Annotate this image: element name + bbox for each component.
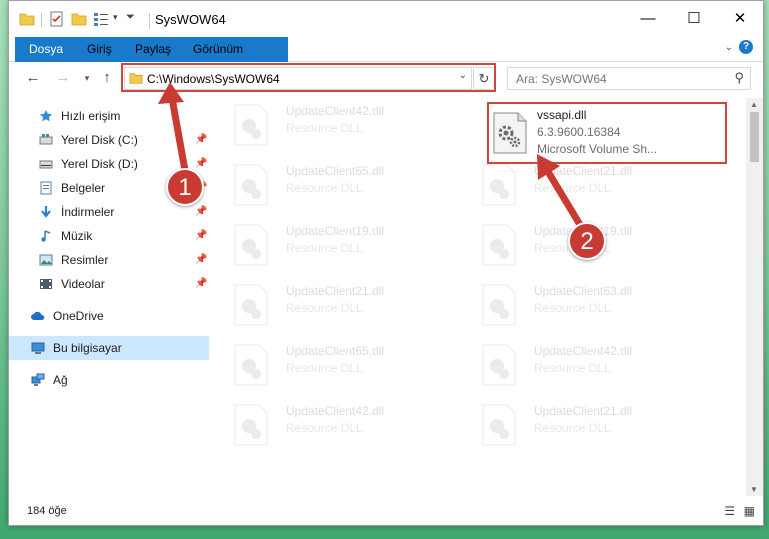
title-bar: ▾ ⏷ SysWOW64 — ☐ ✕	[9, 1, 763, 37]
pin-icon[interactable]: 📌	[195, 200, 207, 224]
sidebar-item-quick-access[interactable]: Hızlı erişim	[9, 104, 209, 128]
list-item[interactable]: UpdateClient42.dll Resource DLL	[462, 338, 707, 390]
tab-share[interactable]: Paylaş	[123, 37, 183, 61]
scrollbar-thumb[interactable]	[750, 112, 759, 162]
star-icon	[40, 110, 52, 122]
dll-file-icon	[482, 404, 516, 446]
videos-icon	[40, 279, 52, 289]
vertical-scrollbar[interactable]: ▲ ▼	[746, 98, 763, 496]
expand-ribbon-icon[interactable]: ⌄	[725, 42, 733, 53]
sidebar-item-pictures[interactable]: Resimler 📌	[9, 248, 209, 272]
dll-file-icon	[234, 404, 268, 446]
list-item[interactable]: UpdateClient65.dll Resource DLL	[214, 338, 459, 390]
status-bar: 184 öğe ☰ ▦	[9, 498, 763, 525]
list-item[interactable]: UpdateClient21.dll Resource DLL	[214, 278, 459, 330]
pictures-icon	[39, 254, 53, 266]
dll-file-icon	[482, 224, 516, 266]
dll-file-icon	[234, 344, 268, 386]
window-title: SysWOW64	[155, 12, 226, 27]
annotation-badge-2: 2	[568, 222, 606, 260]
drive-icon	[39, 160, 53, 169]
list-item[interactable]: UpdateClient42.dll Resource DLL	[214, 98, 459, 150]
list-item[interactable]: UpdateClient63.dll Resource DLL	[462, 278, 707, 330]
sidebar-item-music[interactable]: Müzik 📌	[9, 224, 209, 248]
network-icon	[31, 373, 45, 386]
properties-icon[interactable]	[49, 11, 65, 27]
tab-home[interactable]: Giriş	[75, 37, 124, 61]
scroll-down-icon[interactable]: ▼	[750, 485, 758, 494]
music-icon	[41, 230, 51, 242]
large-icons-view-icon[interactable]: ▦	[744, 504, 755, 518]
dll-file-icon	[482, 164, 516, 206]
search-input[interactable]: Ara: SysWOW64 ⚲	[507, 67, 751, 90]
list-item[interactable]: UpdateClient21.dll Resource DLL	[462, 398, 707, 450]
details-view-icon[interactable]: ☰	[724, 504, 735, 518]
dll-file-icon	[493, 112, 527, 154]
annotation-badge-1: 1	[166, 168, 204, 206]
close-button[interactable]: ✕	[717, 1, 763, 37]
pin-icon[interactable]: 📌	[195, 128, 207, 152]
cloud-icon	[31, 311, 45, 320]
list-item[interactable]: UpdateClient65.dll Resource DLL	[214, 158, 459, 210]
dll-file-icon	[482, 284, 516, 326]
item-count: 184 öğe	[27, 505, 67, 517]
sidebar-item-videos[interactable]: Videolar 📌	[9, 272, 209, 296]
dll-file-icon	[234, 104, 268, 146]
computer-icon	[31, 342, 45, 354]
minimize-button[interactable]: —	[625, 1, 671, 37]
divider	[149, 13, 150, 29]
divider	[41, 13, 42, 27]
new-folder-icon[interactable]	[71, 11, 87, 27]
search-icon: ⚲	[734, 70, 744, 85]
up-arrow-icon[interactable]: ↑	[97, 68, 117, 88]
dll-file-icon	[234, 224, 268, 266]
list-item[interactable]: UpdateClient19.dll Resource DLL	[214, 218, 459, 270]
documents-icon	[40, 181, 52, 195]
annotation-box-address	[121, 63, 496, 92]
sidebar-item-this-pc[interactable]: Bu bilgisayar	[9, 336, 209, 360]
sidebar-item-onedrive[interactable]: OneDrive	[9, 304, 209, 328]
sidebar-item-disk-c[interactable]: Yerel Disk (C:) 📌	[9, 128, 209, 152]
pin-icon[interactable]: 📌	[195, 224, 207, 248]
navigation-pane: Hızlı erişim Yerel Disk (C:) 📌 Yerel Dis…	[9, 98, 209, 496]
list-item[interactable]: UpdateClient42.dll Resource DLL	[214, 398, 459, 450]
maximize-button[interactable]: ☐	[671, 1, 717, 37]
pin-icon[interactable]: 📌	[195, 272, 207, 296]
dropdown-arrow-icon[interactable]: ▾	[113, 12, 118, 23]
selected-file-vssapi[interactable]: vssapi.dll 6.3.9600.16384 Microsoft Volu…	[487, 102, 727, 164]
search-placeholder: Ara: SysWOW64	[516, 72, 607, 86]
download-icon	[41, 206, 51, 218]
scroll-up-icon[interactable]: ▲	[750, 100, 758, 109]
dll-file-icon	[234, 284, 268, 326]
back-arrow-icon[interactable]: ←	[23, 68, 43, 88]
ribbon-tabs: Dosya Giriş Paylaş Görünüm ⌄ ?	[9, 37, 763, 89]
tab-view[interactable]: Görünüm	[181, 37, 255, 61]
file-name: vssapi.dll	[537, 108, 587, 122]
recent-locations-icon[interactable]: ▾	[77, 68, 97, 88]
quick-access-menu-icon[interactable]: ⏷	[126, 11, 135, 24]
help-icon[interactable]: ?	[739, 40, 753, 54]
list-item[interactable]: UpdateClient21.dll Resource DLL	[462, 158, 707, 210]
file-version: 6.3.9600.16384	[537, 125, 621, 139]
dll-file-icon	[482, 344, 516, 386]
forward-arrow-icon[interactable]: →	[53, 68, 73, 88]
file-list: UpdateClient42.dll Resource DLL UpdateCl…	[214, 98, 746, 496]
drive-icon	[39, 134, 53, 145]
sidebar-item-network[interactable]: Ağ	[9, 368, 209, 392]
pin-icon[interactable]: 📌	[195, 248, 207, 272]
folder-icon	[19, 13, 35, 26]
dll-file-icon	[234, 164, 268, 206]
customize-toolbar-icon[interactable]	[93, 11, 109, 27]
file-description: Microsoft Volume Sh...	[537, 142, 658, 156]
